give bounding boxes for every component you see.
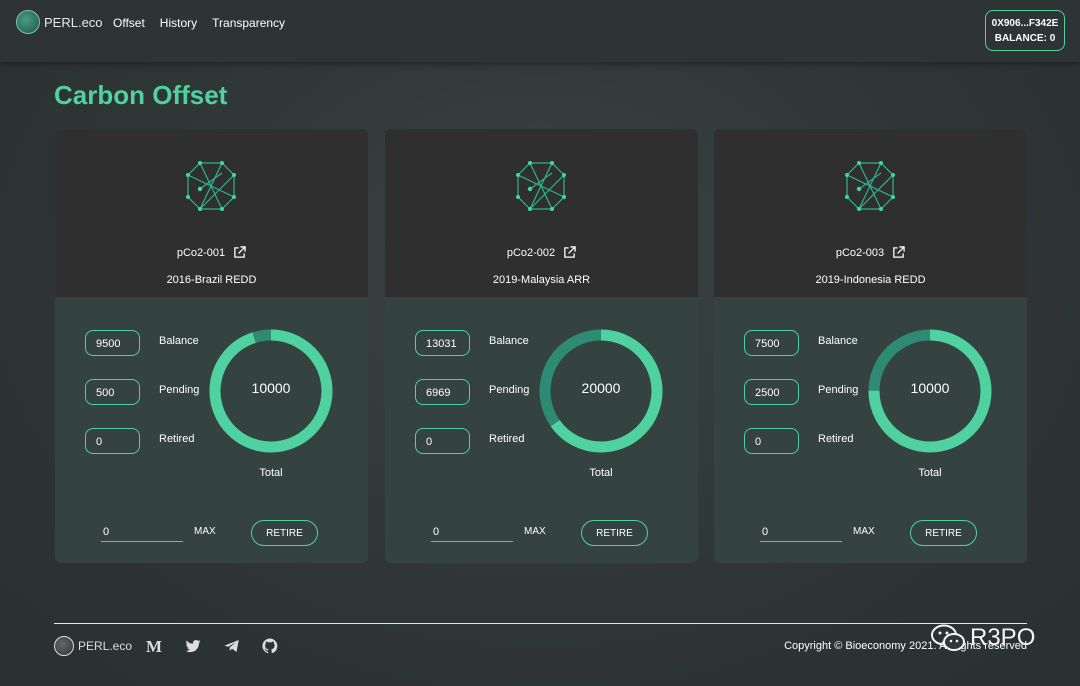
token-card: pCo2-001 2016-Brazil REDD 9500 Balance 5… (55, 129, 368, 563)
wallet-address: 0X906...F342E (991, 18, 1059, 29)
card-header: pCo2-002 2019-Malaysia ARR (385, 129, 698, 297)
max-button[interactable]: MAX (524, 526, 546, 537)
wallet-balance: BALANCE: 0 (994, 33, 1056, 44)
watermark-text: R3PO (970, 624, 1036, 651)
total-label: Total (259, 467, 283, 479)
github-icon[interactable] (261, 637, 279, 655)
card-body: 9500 Balance 500 Pending 0 Retired 10000… (55, 297, 368, 563)
pending-label: Pending (818, 384, 859, 396)
nav-history[interactable]: History (160, 16, 197, 30)
total-value: 10000 (251, 380, 291, 396)
wechat-icon (931, 624, 965, 651)
retired-value: 0 (85, 428, 140, 454)
balance-value: 13031 (415, 330, 470, 356)
medium-icon[interactable]: M (145, 637, 163, 656)
project-name: 2019-Indonesia REDD (815, 274, 926, 286)
token-id: pCo2-002 (506, 246, 556, 259)
retired-label: Retired (489, 433, 525, 445)
project-name: 2016-Brazil REDD (166, 274, 257, 286)
token-logo-icon (186, 161, 236, 211)
top-navbar: PERL.eco Offset History Transparency 0X9… (0, 0, 1080, 62)
token-card: pCo2-002 2019-Malaysia ARR 13031 Balance… (385, 129, 698, 563)
retire-button[interactable]: RETIRE (251, 520, 318, 546)
balance-label: Balance (818, 335, 858, 347)
total-label: Total (918, 467, 942, 479)
nav-transparency[interactable]: Transparency (212, 16, 285, 30)
retire-amount-input[interactable] (431, 522, 513, 542)
brand-link[interactable]: PERL.eco (16, 10, 103, 34)
balance-label: Balance (489, 335, 529, 347)
pending-value: 6969 (415, 379, 470, 405)
page-title: Carbon Offset (54, 80, 228, 110)
retired-value: 0 (415, 428, 470, 454)
wallet-button[interactable]: 0X906...F342E BALANCE: 0 (985, 10, 1065, 51)
retire-amount-input[interactable] (101, 522, 183, 542)
pending-label: Pending (159, 384, 200, 396)
perl-logo-icon (54, 636, 74, 656)
external-link-icon[interactable] (233, 246, 246, 259)
brand-name: PERL.eco (44, 14, 103, 30)
retired-value: 0 (744, 428, 799, 454)
card-header: pCo2-001 2016-Brazil REDD (55, 129, 368, 297)
max-button[interactable]: MAX (853, 526, 875, 537)
balance-value: 9500 (85, 330, 140, 356)
balance-value: 7500 (744, 330, 799, 356)
token-id: pCo2-003 (835, 246, 885, 259)
perl-logo-icon (16, 10, 40, 34)
retire-button[interactable]: RETIRE (581, 520, 648, 546)
retired-label: Retired (159, 433, 195, 445)
balance-label: Balance (159, 335, 199, 347)
card-id-row: pCo2-001 (55, 246, 368, 259)
total-value: 10000 (910, 380, 950, 396)
card-id-row: pCo2-002 (385, 246, 698, 259)
footer-brand-name: PERL.eco (78, 639, 133, 653)
nav-offset[interactable]: Offset (113, 16, 145, 30)
token-logo-icon (845, 161, 895, 211)
card-body: 13031 Balance 6969 Pending 0 Retired 200… (385, 297, 698, 563)
footer-brand[interactable]: PERL.eco (54, 636, 132, 656)
svg-text:M: M (146, 637, 162, 655)
external-link-icon[interactable] (563, 246, 576, 259)
card-header: pCo2-003 2019-Indonesia REDD (714, 129, 1027, 297)
max-button[interactable]: MAX (194, 526, 216, 537)
pending-value: 2500 (744, 379, 799, 405)
token-card: pCo2-003 2019-Indonesia REDD 7500 Balanc… (714, 129, 1027, 563)
retired-label: Retired (818, 433, 854, 445)
twitter-icon[interactable] (184, 637, 202, 655)
token-logo-icon (516, 161, 566, 211)
token-id: pCo2-001 (176, 246, 226, 259)
retire-amount-input[interactable] (760, 522, 842, 542)
card-id-row: pCo2-003 (714, 246, 1027, 259)
pending-label: Pending (489, 384, 530, 396)
total-value: 20000 (581, 380, 621, 396)
watermark: R3PO (930, 624, 1035, 652)
external-link-icon[interactable] (892, 246, 905, 259)
pending-value: 500 (85, 379, 140, 405)
telegram-icon[interactable] (223, 637, 241, 655)
card-body: 7500 Balance 2500 Pending 0 Retired 1000… (714, 297, 1027, 563)
footer-divider (54, 623, 1027, 624)
total-label: Total (589, 467, 613, 479)
retire-button[interactable]: RETIRE (910, 520, 977, 546)
main-nav: Offset History Transparency (113, 16, 285, 30)
project-name: 2019-Malaysia ARR (492, 274, 591, 286)
